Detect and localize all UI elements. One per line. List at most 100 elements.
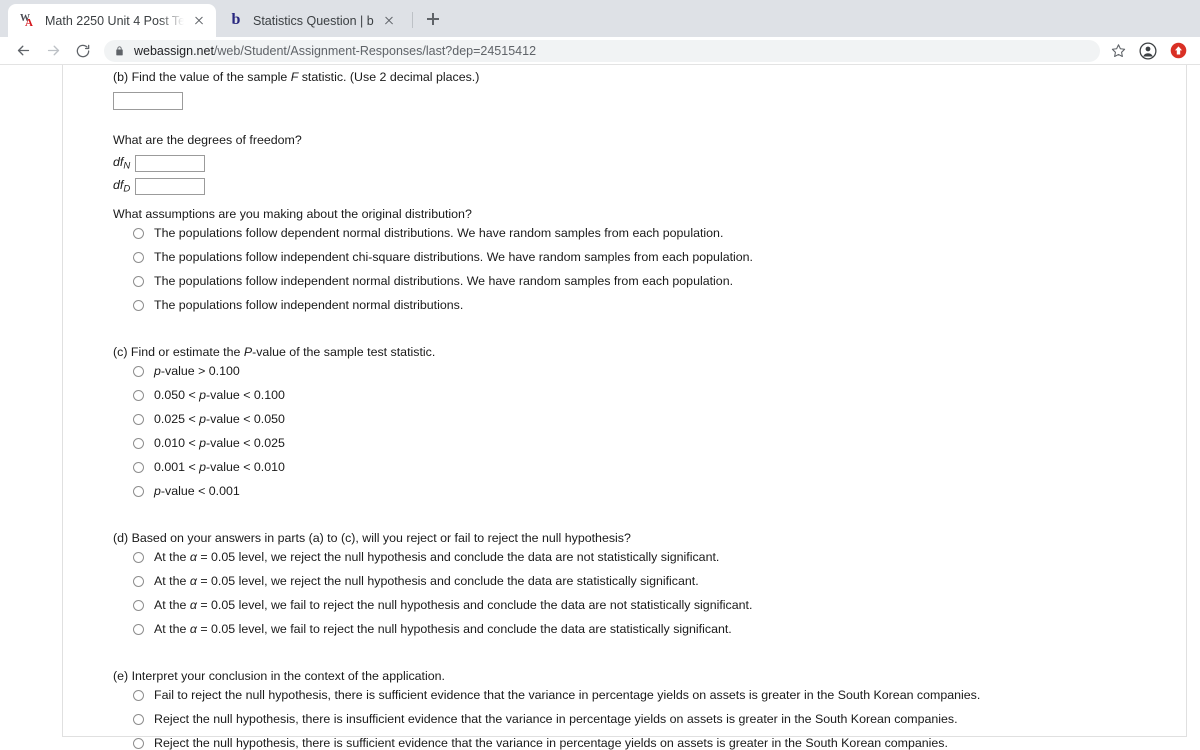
part-d-option[interactable]: At the α = 0.05 level, we reject the nul… [133,550,1186,574]
option-pre: 0.050 < [154,388,200,403]
address-bar[interactable]: webassign.net/web/Student/Assignment-Res… [104,39,1100,62]
radio-icon[interactable] [133,714,144,726]
close-icon[interactable] [190,12,208,30]
part-e-option[interactable]: Fail to reject the null hypothesis, ther… [133,688,1186,712]
part-b-prompt-post: statistic. (Use 2 decimal places.) [298,70,480,84]
option-pre: 0.025 < [154,412,200,427]
assumptions-option[interactable]: The populations follow independent chi-s… [133,250,1186,274]
radio-icon[interactable] [133,300,144,312]
radio-icon[interactable] [133,366,144,378]
part-d-option[interactable]: At the α = 0.05 level, we fail to reject… [133,598,1186,622]
part-c-prompt: (c) Find or estimate the P-value of the … [113,344,1186,362]
radio-icon[interactable] [133,600,144,612]
tab-divider [412,12,413,28]
p-value-option[interactable]: 0.025 < p-value < 0.050 [133,412,1186,436]
df-n-input[interactable] [135,155,205,173]
option-label: 0.001 < p-value < 0.010 [154,460,285,475]
option-label: p-value < 0.001 [154,484,240,499]
forward-arrow-icon [40,38,66,64]
browser-tab-inactive[interactable]: b Statistics Question | bartleby [216,4,406,37]
option-symbol: α [189,574,197,589]
df-d-label-sub: D [123,183,131,195]
part-e-prompt: (e) Interpret your conclusion in the con… [113,669,445,684]
assumptions-option[interactable]: The populations follow independent norma… [133,298,1186,322]
tab-title: Math 2250 Unit 4 Post Test Re [45,13,184,28]
option-symbol: p [199,388,207,403]
part-e-option[interactable]: Reject the null hypothesis, there is ins… [133,712,1186,736]
radio-icon[interactable] [133,624,144,636]
option-pre: At the [154,598,190,613]
page-viewport: (b) Find the value of the sample F stati… [0,64,1200,750]
part-d-prompt: (d) Based on your answers in parts (a) t… [113,531,631,546]
back-arrow-icon[interactable] [10,38,36,64]
p-value-option[interactable]: 0.001 < p-value < 0.010 [133,460,1186,484]
part-e-option[interactable]: Reject the null hypothesis, there is suf… [133,736,1186,750]
option-post: -value < 0.025 [206,436,285,451]
option-symbol: α [189,598,197,613]
url-text: webassign.net/web/Student/Assignment-Res… [134,44,536,58]
df-d-input[interactable] [135,177,205,195]
f-statistic-input[interactable] [113,91,183,110]
option-post: = 0.05 level, we reject the null hypothe… [196,574,699,589]
bartleby-b-icon: b [231,10,241,28]
browser-toolbar: webassign.net/web/Student/Assignment-Res… [0,37,1200,64]
option-post: = 0.05 level, we fail to reject the null… [196,598,753,613]
star-icon[interactable] [1106,39,1130,63]
option-post: = 0.05 level, we reject the null hypothe… [196,550,720,565]
option-label: 0.050 < p-value < 0.100 [154,388,285,403]
option-label: The populations follow independent norma… [154,298,464,313]
radio-icon[interactable] [133,390,144,402]
update-available-icon[interactable] [1168,41,1188,61]
part-d-option[interactable]: At the α = 0.05 level, we reject the nul… [133,574,1186,598]
option-symbol: p [199,460,207,475]
webassign-logo-icon: WA [20,12,33,29]
option-pre: At the [154,550,190,565]
new-tab-button[interactable] [419,5,447,33]
radio-icon[interactable] [133,228,144,240]
radio-icon[interactable] [133,552,144,564]
option-label: Reject the null hypothesis, there is ins… [154,712,958,727]
option-symbol: p [199,436,207,451]
assignment-content-card: (b) Find the value of the sample F stati… [62,65,1187,750]
option-label: Reject the null hypothesis, there is suf… [154,736,948,750]
radio-icon[interactable] [133,462,144,474]
radio-icon[interactable] [133,276,144,288]
part-c-prompt-symbol: P [243,345,253,360]
option-symbol: p [154,484,161,499]
radio-icon[interactable] [133,252,144,264]
option-pre: At the [154,622,190,637]
browser-tab-active[interactable]: WA Math 2250 Unit 4 Post Test Re [8,4,216,37]
df-d-label-base: df [113,177,124,192]
p-value-option-group: p-value > 0.100 0.050 < p-value < 0.100 … [113,364,1186,508]
tab-strip: WA Math 2250 Unit 4 Post Test Re b Stati… [0,0,1200,37]
close-icon[interactable] [380,12,398,30]
p-value-option[interactable]: p-value < 0.001 [133,484,1186,508]
account-avatar-icon[interactable] [1136,39,1160,63]
lock-icon [114,45,126,57]
assumptions-option[interactable]: The populations follow dependent normal … [133,226,1186,250]
option-post: -value < 0.100 [206,388,285,403]
radio-icon[interactable] [133,576,144,588]
p-value-option[interactable]: 0.010 < p-value < 0.025 [133,436,1186,460]
option-post: -value > 0.100 [160,364,240,379]
option-label: At the α = 0.05 level, we fail to reject… [154,598,752,613]
df-d-label: dfD [113,177,135,196]
part-d-option-group: At the α = 0.05 level, we reject the nul… [113,550,1186,646]
df-n-row: dfN [113,154,1186,173]
option-pre: 0.010 < [154,436,200,451]
df-n-label-base: df [113,155,124,170]
radio-icon[interactable] [133,438,144,450]
assumptions-prompt: What assumptions are you making about th… [113,207,472,222]
option-label: The populations follow independent norma… [154,274,734,289]
radio-icon[interactable] [133,414,144,426]
radio-icon[interactable] [133,690,144,702]
p-value-option[interactable]: 0.050 < p-value < 0.100 [133,388,1186,412]
p-value-option[interactable]: p-value > 0.100 [133,364,1186,388]
option-label: At the α = 0.05 level, we reject the nul… [154,550,719,565]
assumptions-option[interactable]: The populations follow independent norma… [133,274,1186,298]
reload-icon[interactable] [70,38,96,64]
question-content: (b) Find the value of the sample F stati… [63,65,1186,750]
radio-icon[interactable] [133,738,144,750]
radio-icon[interactable] [133,486,144,498]
part-d-option[interactable]: At the α = 0.05 level, we fail to reject… [133,622,1186,646]
